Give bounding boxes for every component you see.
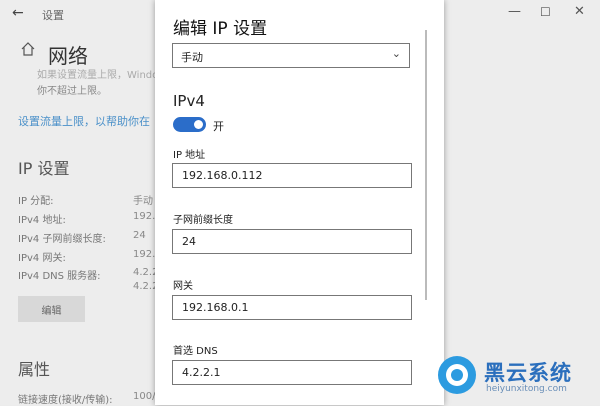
ip-assignment-value: 手动 <box>133 196 153 207</box>
preferred-dns-label: 首选 DNS <box>173 346 218 357</box>
ip-address-value: 192.168.0.112 <box>182 169 263 182</box>
close-icon[interactable]: ✕ <box>574 4 585 19</box>
preferred-dns-value: 4.2.2.1 <box>182 366 221 379</box>
ipv4-gateway-value: 192. <box>133 249 156 260</box>
prefix-length-label: 子网前缀长度 <box>173 215 233 226</box>
link-speed-label: 链接速度(接收/传输): <box>18 395 113 406</box>
properties-heading: 属性 <box>18 360 51 379</box>
prefix-length-input[interactable]: 24 <box>172 229 412 254</box>
maximize-icon[interactable]: ☐ <box>540 5 551 19</box>
faded-text-line: 你不超过上限。 <box>37 86 107 97</box>
home-icon <box>21 42 35 56</box>
preferred-dns-input[interactable]: 4.2.2.1 <box>172 360 412 385</box>
ip-assignment-label: IP 分配: <box>18 196 54 207</box>
link-speed-value: 100/ <box>133 391 156 402</box>
edit-button[interactable]: 编辑 <box>18 296 85 322</box>
ipv4-gateway-label: IPv4 网关: <box>18 253 66 264</box>
ipv4-address-value: 192. <box>133 211 156 222</box>
toggle-state-label: 开 <box>213 120 224 133</box>
prefix-length-value: 24 <box>182 235 196 248</box>
watermark-logo-core <box>451 369 463 381</box>
chevron-down-icon: ⌄ <box>391 47 401 60</box>
edit-ip-dialog: 编辑 IP 设置 手动 ⌄ IPv4 开 IP 地址 192.168.0.112… <box>155 0 444 405</box>
ipv4-prefix-label: IPv4 子网前缀长度: <box>18 234 106 245</box>
ip-settings-heading: IP 设置 <box>18 159 70 178</box>
gateway-label: 网关 <box>173 281 193 292</box>
dialog-scrollbar[interactable] <box>425 30 427 300</box>
ipv4-prefix-value: 24 <box>133 230 146 241</box>
dialog-title: 编辑 IP 设置 <box>173 19 268 39</box>
watermark-url: heiyunxitong.com <box>486 384 567 394</box>
ip-address-input[interactable]: 192.168.0.112 <box>172 163 412 188</box>
watermark-logo-icon <box>438 356 476 394</box>
watermark-text: 黑云系统 <box>484 361 572 385</box>
ip-address-label: IP 地址 <box>173 150 206 161</box>
faded-text-line: 如果设置流量上限，Windows <box>37 70 172 81</box>
minimize-icon[interactable]: — <box>508 4 521 19</box>
ipv4-dns-label: IPv4 DNS 服务器: <box>18 271 101 282</box>
ipv4-toggle[interactable] <box>173 117 206 132</box>
back-arrow-icon[interactable]: ← <box>12 5 24 21</box>
ip-mode-selected: 手动 <box>181 51 203 64</box>
data-limit-link[interactable]: 设置流量上限，以帮助你在 <box>18 113 150 129</box>
toggle-knob <box>194 120 203 129</box>
ipv4-heading: IPv4 <box>173 92 205 110</box>
gateway-input[interactable]: 192.168.0.1 <box>172 295 412 320</box>
page-title: 网络 <box>48 44 88 68</box>
app-title: 设置 <box>42 9 64 22</box>
ip-mode-dropdown[interactable]: 手动 ⌄ <box>172 43 410 68</box>
gateway-value: 192.168.0.1 <box>182 301 249 314</box>
watermark-logo-ring <box>446 364 468 386</box>
ipv4-address-label: IPv4 地址: <box>18 215 66 226</box>
